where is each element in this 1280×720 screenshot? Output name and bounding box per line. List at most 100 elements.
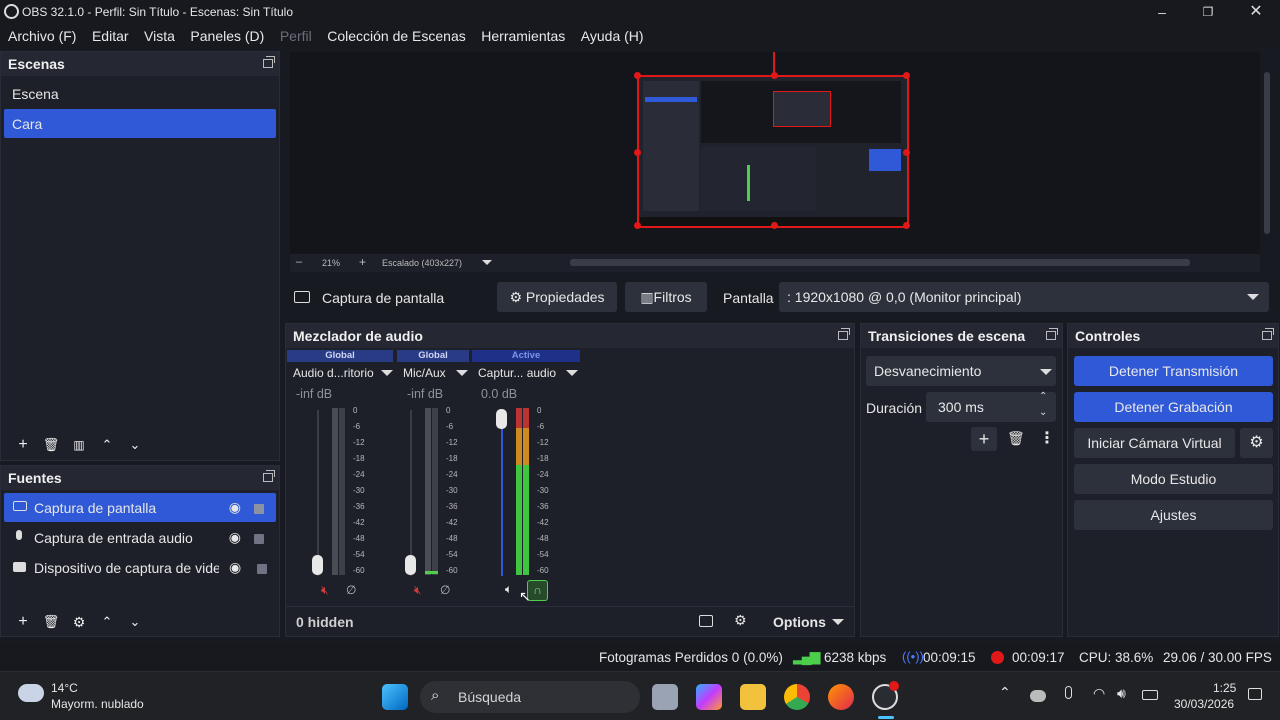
advanced-audio-icon[interactable]: ⚙ — [734, 612, 747, 629]
stop-stream-button[interactable]: Detener Transmisión — [1074, 356, 1273, 386]
notifications-icon[interactable] — [1248, 688, 1262, 700]
meter-tick-label: -48 — [537, 534, 549, 543]
float-dock-icon[interactable] — [1046, 328, 1058, 340]
lock-icon[interactable] — [257, 564, 267, 574]
mute-icon[interactable]: 🔇︎ — [321, 583, 329, 598]
preview-hscrollbar[interactable] — [570, 259, 1190, 266]
float-dock-icon[interactable] — [1262, 328, 1274, 340]
chevron-down-icon[interactable]: ⌄ — [1039, 407, 1047, 418]
clock-time[interactable]: 1:25 — [1213, 681, 1236, 695]
source-item-screen[interactable]: Captura de pantalla ◉ — [4, 493, 276, 522]
menu-paneles[interactable]: Paneles (D) — [190, 28, 264, 44]
lock-icon[interactable] — [254, 534, 264, 544]
search-box[interactable]: ⌕ Búsqueda — [420, 681, 640, 713]
menu-archivo[interactable]: Archivo (F) — [8, 28, 76, 44]
stop-record-button[interactable]: Detener Grabación — [1074, 392, 1273, 422]
microphone-icon[interactable] — [1065, 686, 1072, 699]
battery-icon[interactable] — [1142, 690, 1158, 700]
source-item-audio[interactable]: Captura de entrada audio ◉ — [4, 523, 276, 552]
scene-item-escena[interactable]: Escena — [4, 79, 276, 108]
wifi-icon[interactable]: ◠ — [1093, 685, 1105, 702]
filters-button[interactable]: ▥Filtros — [625, 282, 707, 312]
volume-slider-track[interactable] — [317, 410, 319, 576]
eye-icon[interactable]: ◉ — [229, 529, 241, 546]
virtual-camera-settings-icon[interactable]: ⚙ — [1240, 428, 1273, 458]
monitor-off-icon[interactable]: ∅ — [440, 583, 450, 597]
speaker-icon[interactable]: 🔈︎ — [505, 582, 512, 597]
move-down-icon[interactable]: ⌄ — [121, 610, 149, 634]
weather-temp[interactable]: 14°C — [51, 681, 78, 695]
minimize-icon[interactable]: – — [1147, 3, 1177, 21]
channel-menu-icon[interactable] — [381, 370, 393, 376]
close-icon[interactable]: ✕ — [1241, 3, 1271, 21]
source-item-video[interactable]: Dispositivo de captura de video — [4, 553, 219, 582]
remove-source-icon[interactable]: 🗑 — [37, 610, 65, 634]
properties-button[interactable]: ⚙ Propiedades — [497, 282, 617, 312]
scene-item-cara[interactable]: Cara — [4, 109, 276, 138]
monitor-off-icon[interactable]: ∅ — [346, 583, 356, 597]
add-source-icon[interactable]: + — [9, 610, 37, 634]
firefox-icon[interactable] — [828, 684, 854, 710]
add-scene-icon[interactable]: + — [9, 433, 37, 457]
menu-ayuda[interactable]: Ayuda (H) — [581, 28, 644, 44]
float-dock-icon[interactable] — [263, 56, 275, 68]
menu-editar[interactable]: Editar — [92, 28, 129, 44]
display-select[interactable]: : 1920x1080 @ 0,0 (Monitor principal) — [779, 282, 1269, 312]
menu-vista[interactable]: Vista — [144, 28, 175, 44]
more-options-icon[interactable]: ⋮ — [1039, 428, 1055, 448]
file-explorer-icon[interactable] — [740, 684, 766, 710]
volume-slider-knob[interactable] — [405, 555, 416, 575]
copilot-icon[interactable] — [696, 684, 722, 710]
channel-menu-icon[interactable] — [456, 370, 468, 376]
eye-icon[interactable]: ◉ — [229, 559, 241, 576]
menu-herramientas[interactable]: Herramientas — [481, 28, 565, 44]
float-dock-icon[interactable] — [263, 470, 275, 482]
chevron-up-icon[interactable]: ⌃ — [999, 684, 1011, 701]
volume-slider-knob[interactable] — [496, 409, 507, 429]
onedrive-icon[interactable] — [1030, 690, 1046, 702]
windows-start-icon[interactable] — [382, 684, 408, 710]
settings-button[interactable]: Ajustes — [1074, 500, 1273, 530]
options-button[interactable]: Options — [773, 614, 826, 630]
clock-date[interactable]: 30/03/2026 — [1174, 697, 1234, 711]
zoom-in-icon[interactable]: + — [359, 255, 366, 269]
studio-mode-button[interactable]: Modo Estudio — [1074, 464, 1273, 494]
volume-slider-track[interactable] — [410, 410, 412, 576]
remove-transition-icon[interactable]: 🗑︎ — [1007, 430, 1025, 447]
remove-scene-icon[interactable]: 🗑 — [37, 433, 65, 457]
maximize-icon[interactable]: ❐ — [1193, 3, 1223, 21]
chevron-up-icon[interactable]: ⌃ — [1039, 391, 1047, 402]
menu-coleccion[interactable]: Colección de Escenas — [327, 28, 466, 44]
active-app-indicator — [878, 716, 894, 719]
menu-perfil[interactable]: Perfil — [280, 28, 312, 44]
move-up-icon[interactable]: ⌃ — [93, 433, 121, 457]
source-label: Dispositivo de captura de video — [34, 560, 219, 576]
scale-dropdown-icon[interactable] — [482, 260, 492, 265]
volume-slider-knob[interactable] — [312, 555, 323, 575]
preview-vscrollbar[interactable] — [1264, 72, 1270, 234]
weather-cloud-icon[interactable] — [18, 684, 44, 702]
float-dock-icon[interactable] — [838, 328, 850, 340]
transition-select[interactable]: Desvanecimiento — [866, 356, 1056, 386]
task-view-icon[interactable] — [652, 684, 678, 710]
volume-icon[interactable]: 🔊︎ — [1117, 685, 1126, 702]
mute-icon[interactable]: 🔇︎ — [414, 583, 422, 598]
channel-menu-icon[interactable] — [566, 370, 578, 376]
lock-icon[interactable] — [254, 504, 264, 514]
channel-badge: Global — [397, 350, 469, 362]
virtual-camera-button[interactable]: Iniciar Cámara Virtual — [1074, 428, 1235, 458]
eye-icon[interactable]: ◉ — [229, 499, 241, 516]
move-down-icon[interactable]: ⌄ — [121, 433, 149, 457]
duration-stepper[interactable]: 300 ms — [926, 392, 1056, 422]
move-up-icon[interactable]: ⌃ — [93, 610, 121, 634]
rotation-handle[interactable] — [773, 52, 775, 74]
selected-source-frame[interactable] — [634, 72, 910, 229]
add-transition-icon[interactable]: + — [971, 427, 997, 451]
weather-desc[interactable]: Mayorm. nublado — [51, 697, 144, 711]
zoom-out-icon[interactable]: – — [296, 256, 302, 268]
volume-slider-track[interactable] — [501, 410, 503, 576]
source-settings-icon[interactable]: ⚙ — [65, 610, 93, 634]
chrome-icon[interactable] — [784, 684, 810, 710]
layout-icon[interactable] — [699, 615, 713, 627]
scene-filters-icon[interactable]: ▥ — [65, 433, 93, 457]
